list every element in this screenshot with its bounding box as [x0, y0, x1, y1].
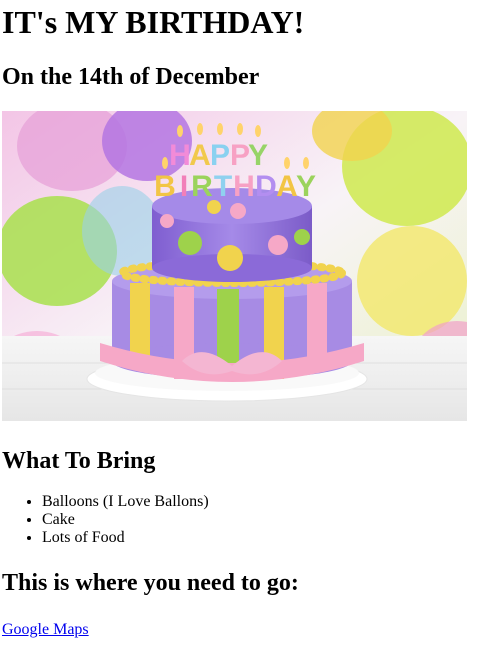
svg-text:R: R	[191, 170, 213, 203]
date-heading: On the 14th of December	[2, 64, 260, 90]
what-to-bring-heading: What To Bring	[2, 448, 156, 474]
svg-text:H: H	[169, 139, 191, 172]
list-item: Balloons (I Love Ballons)	[42, 493, 478, 511]
svg-text:A: A	[276, 170, 298, 203]
svg-text:B: B	[154, 170, 176, 203]
svg-text:I: I	[180, 170, 188, 203]
svg-text:Y: Y	[248, 139, 268, 172]
bring-list: Balloons (I Love Ballons) Cake Lots of F…	[2, 493, 478, 547]
google-maps-link[interactable]: Google Maps	[2, 621, 89, 639]
svg-text:H: H	[233, 170, 255, 203]
svg-text:A: A	[189, 139, 211, 172]
where-to-go-heading: This is where you need to go:	[2, 570, 299, 596]
svg-text:Y: Y	[296, 170, 316, 203]
page: IT's MY BIRTHDAY! On the 14th of Decembe…	[0, 3, 480, 639]
page-title: IT's MY BIRTHDAY!	[2, 4, 305, 40]
list-item: Cake	[42, 511, 478, 529]
birthday-cake-image: H A P P Y B I R T H D A Y	[2, 111, 467, 421]
svg-text:T: T	[214, 170, 232, 203]
list-item: Lots of Food	[42, 529, 478, 547]
svg-text:D: D	[255, 170, 277, 203]
svg-text:P: P	[210, 139, 230, 172]
